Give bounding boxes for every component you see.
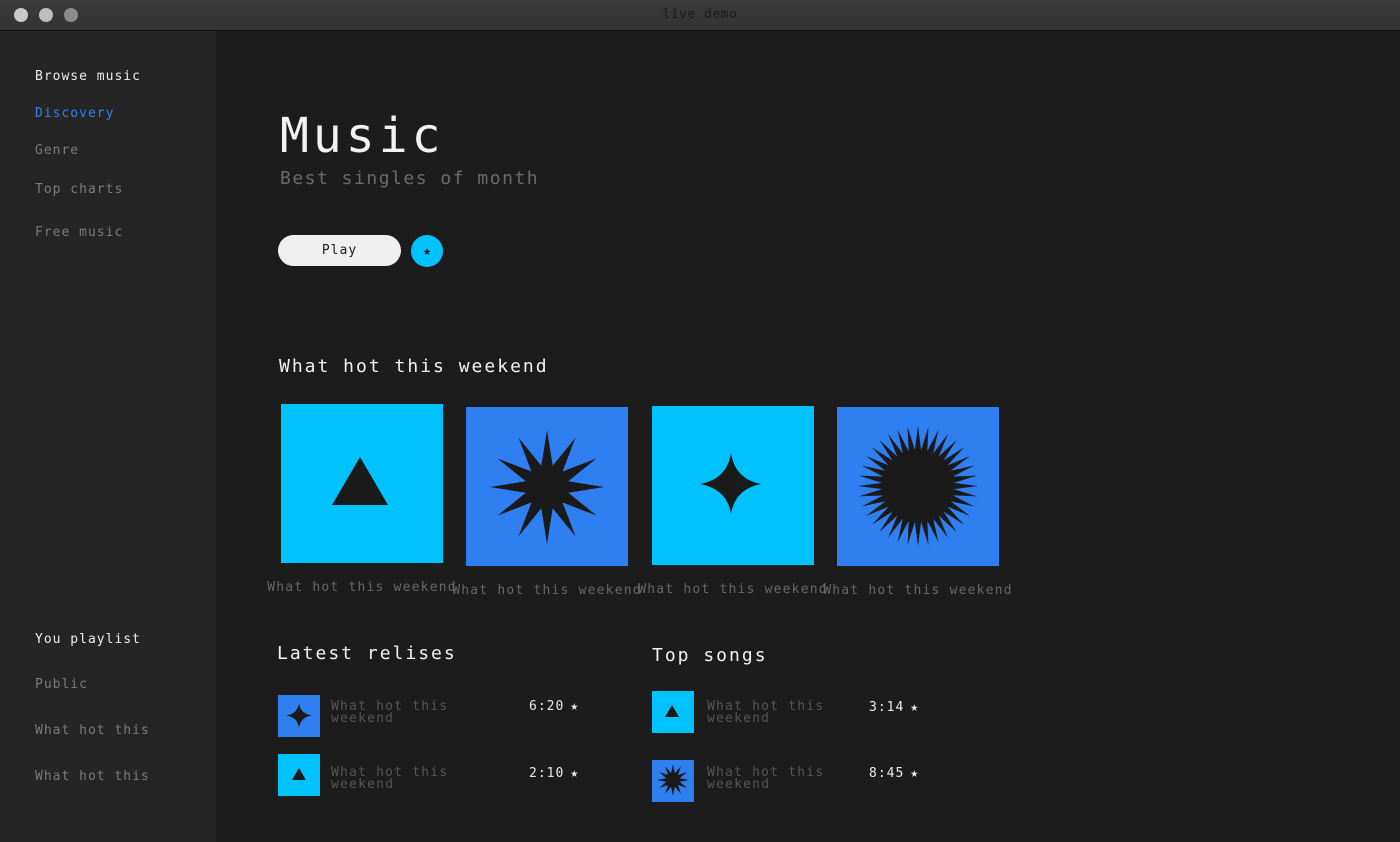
window-title: live demo — [662, 7, 738, 22]
four-point-star-icon — [700, 453, 761, 514]
card-art — [837, 407, 999, 566]
star-burst-icon — [490, 430, 604, 544]
sidebar — [0, 31, 216, 842]
star-icon: ★ — [423, 243, 431, 259]
sunburst-icon — [858, 426, 978, 546]
play-button[interactable]: Play — [278, 235, 401, 266]
playlist-item-1[interactable]: What hot this — [35, 723, 150, 738]
sidebar-item-top-charts[interactable]: Top charts — [35, 182, 123, 197]
card-label: What hot this weekend — [267, 580, 457, 595]
card-art — [466, 407, 628, 566]
card-art — [281, 404, 443, 563]
latest-row-label[interactable]: What hot this weekend — [331, 766, 471, 791]
top-song-row-art[interactable] — [652, 691, 694, 733]
top-song-row-label[interactable]: What hot this weekend — [707, 766, 847, 791]
triangle-icon — [332, 457, 388, 505]
latest-row-art[interactable] — [278, 695, 320, 737]
section-title-latest: Latest relises — [277, 643, 457, 664]
star-icon[interactable]: ★ — [910, 700, 919, 715]
latest-row-label[interactable]: What hot this weekend — [331, 700, 471, 725]
latest-row-time: 2:10 ★ — [529, 766, 580, 781]
star-icon[interactable]: ★ — [570, 766, 579, 781]
sidebar-item-discovery[interactable]: Discovery — [35, 106, 114, 121]
four-point-star-icon — [286, 703, 312, 728]
page-title: Music — [280, 108, 445, 164]
top-song-row-time: 8:45 ★ — [869, 766, 920, 781]
card-label: What hot this weekend — [638, 582, 828, 597]
card-label: What hot this weekend — [452, 583, 642, 598]
section-title-top-songs: Top songs — [652, 645, 768, 666]
favorite-button[interactable]: ★ — [411, 235, 443, 267]
latest-row-time: 6:20 ★ — [529, 699, 580, 714]
card-art — [652, 406, 814, 565]
triangle-icon — [292, 768, 306, 780]
latest-row-art[interactable] — [278, 754, 320, 796]
sidebar-item-free-music[interactable]: Free music — [35, 225, 123, 240]
top-song-row-art[interactable] — [652, 760, 694, 802]
playlist-item-public[interactable]: Public — [35, 677, 88, 692]
window-titlebar: live demo — [0, 0, 1400, 31]
sidebar-item-genre[interactable]: Genre — [35, 143, 79, 158]
star-burst-icon — [657, 764, 689, 796]
sidebar-heading-browse: Browse music — [35, 69, 141, 84]
star-icon[interactable]: ★ — [910, 766, 919, 781]
triangle-icon — [665, 705, 679, 717]
playlist-item-2[interactable]: What hot this — [35, 769, 150, 784]
sidebar-heading-playlist: You playlist — [35, 632, 141, 647]
star-icon[interactable]: ★ — [570, 699, 579, 714]
card-label: What hot this weekend — [823, 583, 1013, 598]
section-title-weekend: What hot this weekend — [279, 356, 549, 377]
page-subtitle: Best singles of month — [280, 168, 540, 189]
top-song-row-time: 3:14 ★ — [869, 700, 920, 715]
top-song-row-label[interactable]: What hot this weekend — [707, 700, 847, 725]
